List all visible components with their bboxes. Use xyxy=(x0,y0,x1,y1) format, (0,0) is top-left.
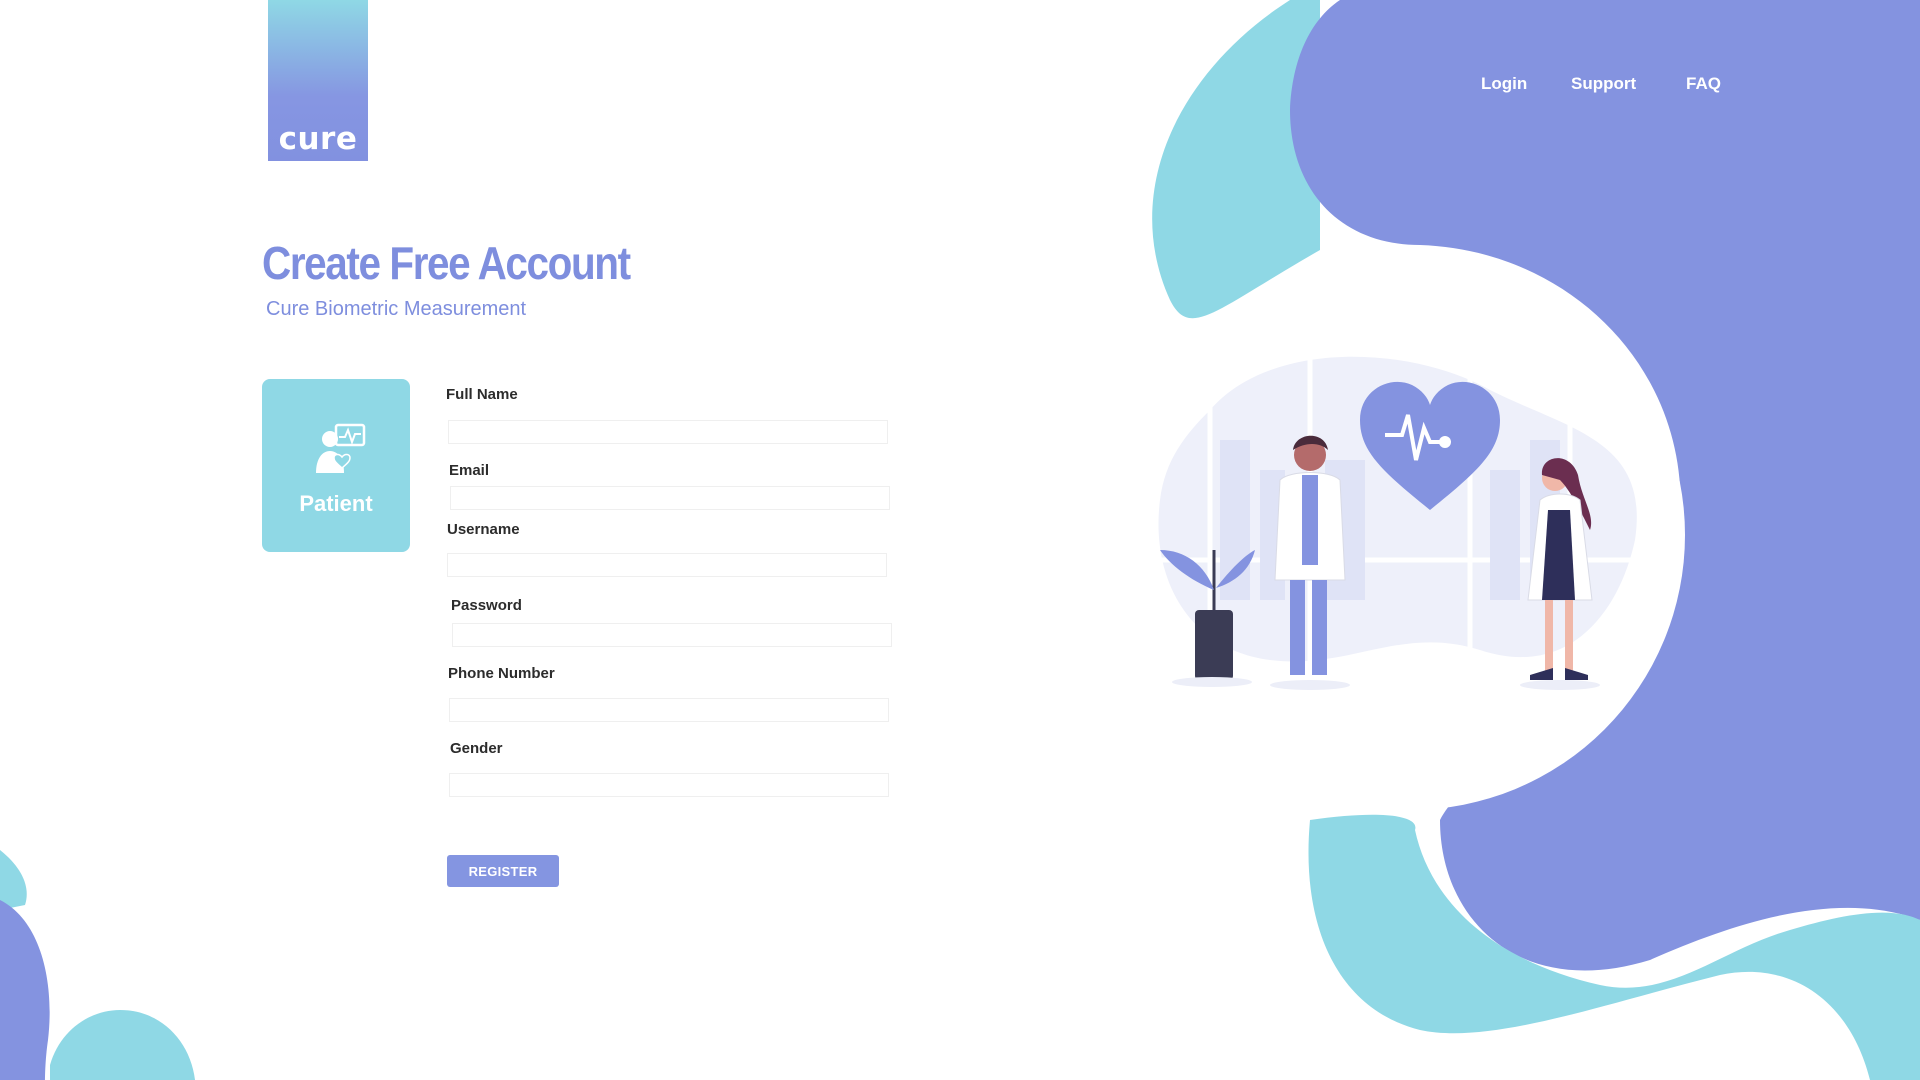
nav-login-link[interactable]: Login xyxy=(1481,74,1527,94)
nav-faq-link[interactable]: FAQ xyxy=(1686,74,1721,94)
gender-input[interactable] xyxy=(449,773,889,797)
full-name-label: Full Name xyxy=(446,386,518,403)
nav-support-link[interactable]: Support xyxy=(1571,74,1636,94)
full-name-input[interactable] xyxy=(448,420,888,444)
patient-monitor-icon xyxy=(316,423,366,473)
phone-number-label: Phone Number xyxy=(448,665,555,682)
password-label: Password xyxy=(451,597,522,614)
gender-label: Gender xyxy=(450,740,503,757)
username-input[interactable] xyxy=(447,553,887,577)
doctors-illustration xyxy=(1150,350,1650,690)
phone-number-input[interactable] xyxy=(449,698,889,722)
register-button[interactable]: REGISTER xyxy=(447,855,559,887)
logo-text: cure xyxy=(278,121,358,157)
page-subtitle: Cure Biometric Measurement xyxy=(266,298,527,320)
email-label: Email xyxy=(449,462,490,479)
email-input[interactable] xyxy=(450,486,890,510)
cure-logo[interactable]: cure xyxy=(268,0,368,161)
patient-label: Patient xyxy=(299,491,373,516)
page-title: Create Free Account xyxy=(262,237,631,289)
patient-role-card[interactable]: Patient xyxy=(262,379,410,552)
username-label: Username xyxy=(447,521,520,538)
password-input[interactable] xyxy=(452,623,892,647)
